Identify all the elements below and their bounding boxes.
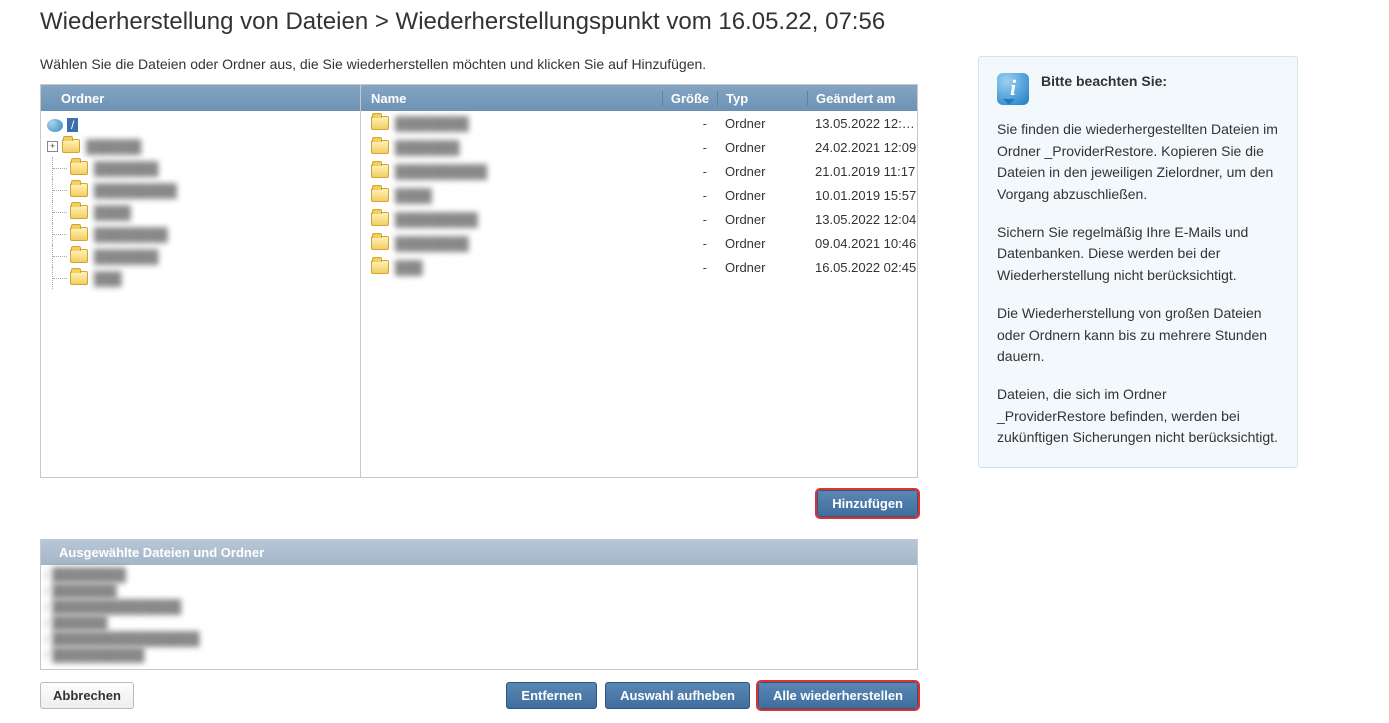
list-item[interactable]: ████████ -Ordner09.04.2021 10:46 (361, 231, 917, 255)
tree-item-label[interactable]: ██████ (86, 139, 141, 154)
file-date: 09.04.2021 10:46 (807, 236, 917, 251)
file-size: - (662, 116, 717, 131)
world-icon (47, 119, 63, 132)
selected-item[interactable]: / ███████ (45, 583, 913, 599)
file-size: - (662, 188, 717, 203)
info-paragraph: Die Wiederherstellung von großen Dateien… (997, 303, 1279, 368)
selected-header: Ausgewählte Dateien und Ordner (41, 540, 917, 565)
file-size: - (662, 236, 717, 251)
file-list-panel: Name Größe Typ Geändert am ████████-Ordn… (361, 85, 917, 477)
file-type: Ordner (717, 212, 807, 227)
selected-item[interactable]: / ██████████ (45, 647, 913, 663)
folder-tree-panel: Ordner / + ██████ ███████ █████████ ████… (41, 85, 361, 477)
col-header-date[interactable]: Geändert am (807, 91, 917, 106)
selected-item[interactable]: / ████████████████ (45, 631, 913, 647)
list-header: Name Größe Typ Geändert am (361, 85, 917, 111)
folder-icon (371, 260, 389, 274)
selected-item[interactable]: / ██████████████ (45, 599, 913, 615)
deselect-button[interactable]: Auswahl aufheben (605, 682, 750, 709)
file-type: Ordner (717, 164, 807, 179)
list-item[interactable]: █████████ -Ordner13.05.2022 12:04 (361, 207, 917, 231)
file-date: 10.01.2019 15:57 (807, 188, 917, 203)
tree-item-label[interactable]: █████████ (94, 183, 177, 198)
file-type: Ordner (717, 188, 807, 203)
cancel-button[interactable]: Abbrechen (40, 682, 134, 709)
folder-icon (70, 249, 88, 263)
folder-icon (371, 164, 389, 178)
file-size: - (662, 260, 717, 275)
col-header-type[interactable]: Typ (717, 91, 807, 106)
folder-icon (371, 188, 389, 202)
file-size: - (662, 164, 717, 179)
file-type: Ordner (717, 236, 807, 251)
tree-item-label[interactable]: ████████ (94, 227, 168, 242)
folder-icon (62, 139, 80, 153)
tree-root[interactable]: / (47, 115, 360, 135)
selected-item[interactable]: / ██████ (45, 615, 913, 631)
file-name: ███████ (395, 140, 459, 155)
file-name: ███ (395, 260, 423, 275)
file-type: Ordner (717, 260, 807, 275)
file-name: ██████████ (395, 164, 487, 179)
list-item[interactable]: ████ -Ordner10.01.2019 15:57 (361, 183, 917, 207)
file-name: ████████ (395, 116, 469, 131)
file-type: Ordner (717, 116, 807, 131)
folder-icon (70, 161, 88, 175)
list-item[interactable]: ████████ -Ordner13.05.2022 12:… (361, 111, 917, 135)
info-paragraph: Sichern Sie regelmäßig Ihre E-Mails und … (997, 222, 1279, 287)
file-date: 24.02.2021 12:09 (807, 140, 917, 155)
folder-icon (371, 212, 389, 226)
list-item[interactable]: ███████ -Ordner24.02.2021 12:09 (361, 135, 917, 159)
info-paragraph: Dateien, die sich im Ordner _ProviderRes… (997, 384, 1279, 449)
list-item[interactable]: ██████████ -Ordner21.01.2019 11:17 (361, 159, 917, 183)
add-button[interactable]: Hinzufügen (817, 490, 918, 517)
file-date: 13.05.2022 12:04 (807, 212, 917, 227)
info-title: Bitte beachten Sie: (1041, 73, 1167, 89)
folder-icon (371, 140, 389, 154)
file-size: - (662, 140, 717, 155)
folder-icon (70, 271, 88, 285)
col-header-size[interactable]: Größe (662, 91, 717, 106)
folder-icon (70, 205, 88, 219)
file-name: ████ (395, 188, 432, 203)
instructions-text: Wählen Sie die Dateien oder Ordner aus, … (40, 56, 918, 72)
file-date: 16.05.2022 02:45 (807, 260, 917, 275)
expand-icon[interactable]: + (47, 141, 58, 152)
remove-button[interactable]: Entfernen (506, 682, 597, 709)
file-name: █████████ (395, 212, 478, 227)
file-date: 21.01.2019 11:17 (807, 164, 917, 179)
tree-item-label[interactable]: ███ (94, 271, 122, 286)
file-browser: Ordner / + ██████ ███████ █████████ ████… (40, 84, 918, 478)
tree-root-label: / (67, 118, 78, 132)
list-item[interactable]: ███ -Ordner16.05.2022 02:45 (361, 255, 917, 279)
selected-files-box: Ausgewählte Dateien und Ordner / ███████… (40, 539, 918, 670)
selected-item[interactable]: / ████████ (45, 567, 913, 583)
file-type: Ordner (717, 140, 807, 155)
tree-header: Ordner (41, 85, 360, 111)
file-date: 13.05.2022 12:… (807, 116, 917, 131)
page-title: Wiederherstellung von Dateien > Wiederhe… (40, 0, 1349, 56)
tree-item-label[interactable]: ███████ (94, 249, 158, 264)
folder-icon (70, 227, 88, 241)
file-size: - (662, 212, 717, 227)
file-name: ████████ (395, 236, 469, 251)
folder-icon (70, 183, 88, 197)
info-paragraph: Sie finden die wiederhergestellten Datei… (997, 119, 1279, 206)
folder-icon (371, 236, 389, 250)
tree-item-label[interactable]: ███████ (94, 161, 158, 176)
tree-item-label[interactable]: ████ (94, 205, 131, 220)
info-icon (997, 73, 1029, 105)
folder-icon (371, 116, 389, 130)
col-header-name[interactable]: Name (361, 91, 662, 106)
info-box: Bitte beachten Sie: Sie finden die wiede… (978, 56, 1298, 468)
restore-all-button[interactable]: Alle wiederherstellen (758, 682, 918, 709)
